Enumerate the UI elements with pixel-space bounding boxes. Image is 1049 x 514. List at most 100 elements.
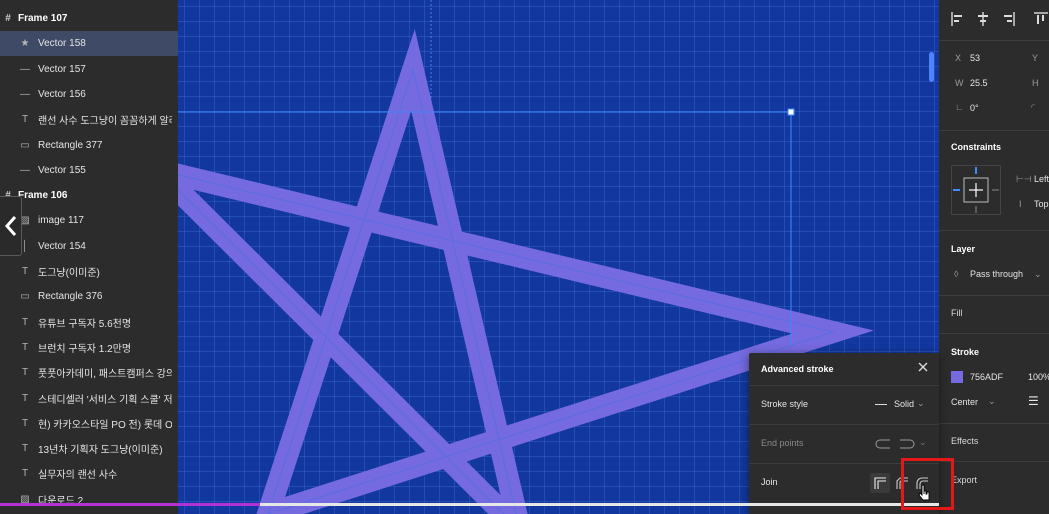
constraint-widget[interactable] <box>951 165 1001 215</box>
h-label: H <box>1032 78 1039 88</box>
miter-join-icon <box>874 477 886 489</box>
blend-mode-select[interactable]: Pass through <box>970 269 1023 279</box>
close-icon[interactable] <box>916 360 930 374</box>
layer-name: 브런치 구독자 1.2만명 <box>38 343 132 355</box>
stroke-section: Stroke 756ADF 100% Center ⌄ ☰ <box>939 333 1049 424</box>
stroke-opacity[interactable]: 100% <box>1028 372 1049 382</box>
join-label: Join <box>761 477 778 487</box>
stroke-title: Stroke <box>951 347 980 357</box>
vertical-constraint-icon: I <box>1019 199 1022 209</box>
text-icon: T <box>21 468 29 480</box>
layer-row[interactable]: — Vector 157 <box>0 57 178 82</box>
collapse-panel-button[interactable] <box>0 196 22 256</box>
width-field[interactable]: 25.5 <box>970 78 988 88</box>
export-title: Export <box>951 475 978 485</box>
text-icon: T <box>21 367 29 379</box>
line-icon: — <box>20 164 30 176</box>
layer-row[interactable]: T 유튜브 구독자 5.6천명 <box>0 310 178 335</box>
effects-section: Effects <box>939 423 1049 462</box>
layer-name: 13년차 기획자 도그냥(이미준) <box>38 445 163 457</box>
layer-name: Vector 156 <box>38 88 86 100</box>
layer-row[interactable]: ▨ 다운로드 2 <box>0 487 178 512</box>
star-icon: ★ <box>20 38 30 50</box>
layer-row[interactable]: — Vector 156 <box>0 82 178 107</box>
layer-row[interactable]: ▭ Rectangle 376 <box>0 284 178 309</box>
constraints-section: Constraints ⊢⊣ Left I Top <box>939 130 1049 231</box>
stroke-style-row: Stroke style Solid ⌄ <box>749 385 939 424</box>
layer-name: 실무자의 랜선 사수 <box>38 470 118 482</box>
vertical-constraint-select[interactable]: Top <box>1034 199 1049 209</box>
layer-row[interactable]: ▭ Rectangle 377 <box>0 133 178 158</box>
layer-name: 유튜브 구독자 5.6천명 <box>38 318 132 330</box>
popup-title: Advanced stroke <box>761 364 834 374</box>
export-section: Export <box>939 461 1049 514</box>
text-icon: T <box>21 443 29 455</box>
layer-row[interactable]: T 랜선 사수 도그냥이 꼼꼼하게 알려드... <box>0 107 178 132</box>
rotation-field[interactable]: 0° <box>970 103 979 113</box>
start-point-icon[interactable] <box>875 439 891 449</box>
miter-join-button[interactable] <box>870 473 890 493</box>
star-shape[interactable] <box>178 29 874 514</box>
layer-section: Layer ◊ Pass through ⌄ <box>939 230 1049 296</box>
text-icon: T <box>21 266 29 277</box>
layer-row[interactable]: T 13년차 기획자 도그냥(이미준) <box>0 436 178 461</box>
x-label: X <box>955 53 962 63</box>
rotation-icon: ∟ <box>955 102 964 112</box>
fill-title: Fill <box>951 308 963 318</box>
blend-mode-icon: ◊ <box>954 269 959 279</box>
stroke-weight-icon[interactable]: ☰ <box>1028 394 1039 408</box>
end-point-icon[interactable] <box>899 439 915 449</box>
stroke-position-select[interactable]: Center <box>951 397 978 407</box>
end-points-label: End points <box>761 438 804 448</box>
horizontal-scroll-track[interactable] <box>260 503 939 506</box>
layer-row[interactable]: T 풋풋아카데미, 패스트캠퍼스 강의 <box>0 360 178 385</box>
text-icon: T <box>21 392 29 404</box>
chevron-down-icon: ⌄ <box>919 437 927 447</box>
align-left-icon[interactable] <box>951 12 962 26</box>
layer-name: 스테디셀러 '서비스 기획 스쿨' 저자 <box>38 394 172 406</box>
effects-title: Effects <box>951 436 979 446</box>
constraints-title: Constraints <box>951 142 1002 152</box>
solid-line-icon <box>875 404 887 405</box>
chevron-down-icon: ⌄ <box>1034 269 1042 279</box>
align-right-icon[interactable] <box>1004 12 1015 26</box>
layer-name: Frame 107 <box>18 13 68 24</box>
horizontal-constraint-select[interactable]: Left <box>1034 174 1049 184</box>
layer-row[interactable]: — Vector 155 <box>0 158 178 183</box>
y-label: Y <box>1032 53 1039 63</box>
layer-row[interactable]: ▨ image 117 <box>0 208 178 233</box>
layer-name: 풋풋아카데미, 패스트캠퍼스 강의 <box>38 369 172 381</box>
loading-progress-bar <box>0 503 260 506</box>
line-icon: — <box>20 88 30 100</box>
layer-row[interactable]: T 도그냥(이미준) <box>0 259 178 284</box>
stroke-color-hex[interactable]: 756ADF <box>970 372 1003 382</box>
text-icon: T <box>21 417 29 429</box>
align-horizontal-center-icon[interactable] <box>978 12 988 26</box>
layer-row[interactable]: T 현) 카카오스타일 PO 전) 롯데 ON ... <box>0 411 178 436</box>
layer-row[interactable]: ★ Vector 158 <box>0 31 178 57</box>
align-top-icon[interactable] <box>1034 12 1048 24</box>
layer-frame-row[interactable]: #Frame 106 <box>0 183 178 208</box>
layer-name: 랜선 사수 도그냥이 꼼꼼하게 알려드... <box>38 116 172 128</box>
layer-name: 도그냥(이미준) <box>38 268 100 279</box>
position-section: X 53 Y W 25.5 H ∟ 0° ◜ <box>939 40 1049 131</box>
corner-radius-icon: ◜ <box>1031 102 1035 112</box>
w-label: W <box>955 78 964 88</box>
layer-row[interactable]: │ Vector 154 <box>0 234 178 259</box>
rectangle-icon: ▭ <box>20 139 30 151</box>
layer-row[interactable]: T 브런치 구독자 1.2만명 <box>0 335 178 360</box>
x-field[interactable]: 53 <box>970 53 980 63</box>
layer-name: Rectangle 376 <box>38 291 103 303</box>
hash-icon: # <box>5 13 11 24</box>
rectangle-icon: ▭ <box>20 291 30 303</box>
stroke-color-swatch[interactable] <box>951 371 963 383</box>
layer-name: Vector 155 <box>38 164 86 176</box>
layer-row[interactable]: T 실무자의 랜선 사수 <box>0 461 178 486</box>
vertical-scrollbar[interactable] <box>929 52 934 82</box>
horizontal-constraint-icon: ⊢⊣ <box>1016 174 1032 184</box>
layer-frame-row[interactable]: # Frame 107 <box>0 6 178 31</box>
stroke-style-select[interactable]: Solid <box>894 399 914 409</box>
layer-row[interactable]: T 스테디셀러 '서비스 기획 스쿨' 저자 <box>0 386 178 411</box>
stroke-style-label: Stroke style <box>761 399 809 409</box>
resize-handle[interactable] <box>787 108 795 116</box>
